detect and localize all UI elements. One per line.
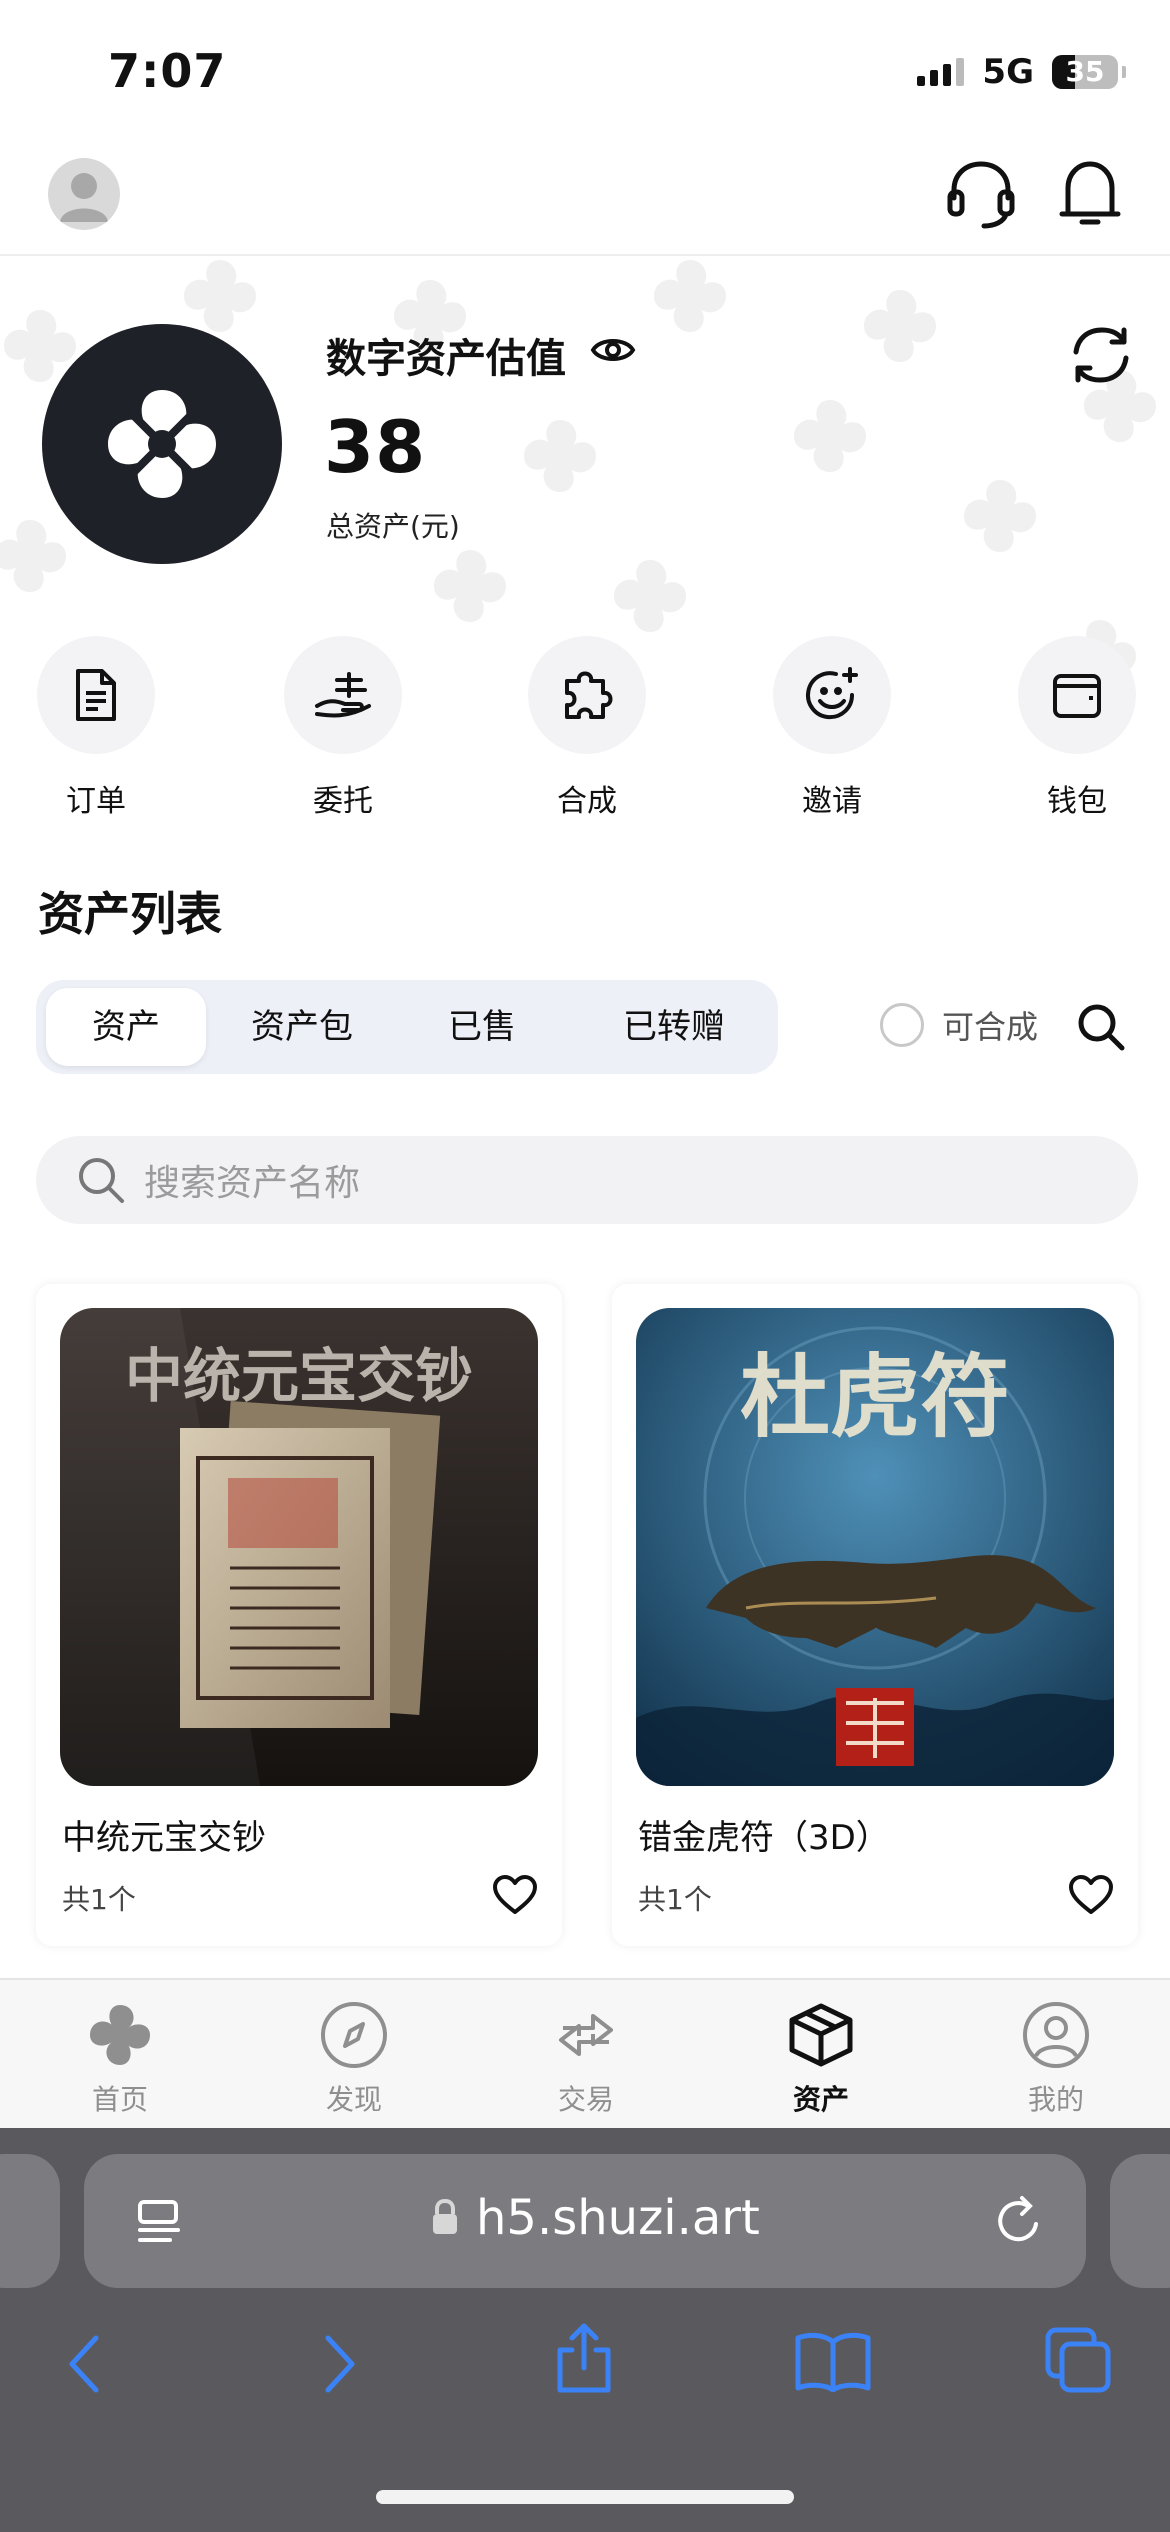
reader-menu-icon[interactable] bbox=[134, 2196, 184, 2250]
tab-transferred[interactable]: 已转赠 bbox=[584, 988, 764, 1066]
hand-coin-icon bbox=[315, 672, 371, 718]
nav-discover[interactable]: 发现 bbox=[284, 2000, 424, 2118]
nav-label: 交易 bbox=[557, 2083, 614, 2116]
asset-image[interactable]: 杜虎符 bbox=[636, 1308, 1114, 1786]
nav-label: 发现 bbox=[325, 2083, 382, 2116]
total-asset-label: 总资产(元) bbox=[326, 510, 460, 543]
network-type: 5G bbox=[982, 52, 1034, 92]
headset-icon[interactable] bbox=[946, 158, 1016, 234]
exchange-icon bbox=[559, 2014, 613, 2056]
nav-trade[interactable]: 交易 bbox=[516, 2000, 656, 2118]
shortcut-invite[interactable]: 邀请 bbox=[771, 636, 893, 820]
nav-label: 首页 bbox=[91, 2083, 148, 2116]
share-icon[interactable] bbox=[552, 2320, 616, 2400]
asset-count: 共1个 bbox=[62, 1883, 136, 1916]
shortcut-label: 委托 bbox=[313, 784, 373, 819]
reload-icon[interactable] bbox=[994, 2194, 1046, 2252]
user-avatar-icon[interactable] bbox=[48, 158, 120, 230]
tabs-icon[interactable] bbox=[1044, 2326, 1114, 2400]
asset-list-title: 资产列表 bbox=[38, 887, 222, 941]
asset-valuation-title: 数字资产估值 bbox=[326, 336, 566, 382]
back-arrow-icon[interactable] bbox=[64, 2334, 104, 2398]
asset-tabs: 资产 资产包 已售 已转赠 bbox=[36, 980, 778, 1074]
battery-cap bbox=[1122, 66, 1126, 78]
bookmarks-icon[interactable] bbox=[794, 2330, 872, 2396]
brand-logo-icon bbox=[42, 324, 282, 564]
previous-tab-preview[interactable] bbox=[0, 2154, 60, 2288]
home-logo-icon bbox=[90, 2005, 150, 2065]
asset-name: 错金虎符（3D） bbox=[638, 1818, 890, 1858]
total-asset-value: 38 bbox=[324, 405, 427, 489]
nav-assets[interactable]: 资产 bbox=[751, 2000, 891, 2118]
tab-assets[interactable]: 资产 bbox=[46, 988, 206, 1066]
forward-arrow-icon[interactable] bbox=[320, 2334, 360, 2398]
tab-asset-packs[interactable]: 资产包 bbox=[222, 988, 382, 1066]
mergeable-label: 可合成 bbox=[942, 1008, 1039, 1046]
eye-icon[interactable] bbox=[590, 334, 636, 370]
url-text: h5.shuzi.art bbox=[476, 2190, 760, 2246]
nav-label: 资产 bbox=[792, 2083, 849, 2116]
mergeable-radio[interactable] bbox=[880, 1003, 924, 1047]
cube-icon bbox=[789, 2003, 853, 2067]
bottom-navigation: 首页 发现 交易 资产 我的 bbox=[0, 1978, 1170, 2130]
puzzle-icon bbox=[565, 671, 613, 719]
bell-icon[interactable] bbox=[1056, 156, 1124, 234]
status-indicators: 5G 35 bbox=[917, 52, 1126, 92]
asset-count: 共1个 bbox=[638, 1883, 712, 1916]
asset-name: 中统元宝交钞 bbox=[62, 1818, 266, 1858]
asset-card[interactable]: 杜虎符 错金虎符（3D） 共1个 bbox=[612, 1284, 1138, 1946]
asset-image[interactable]: 中统元宝交钞 bbox=[60, 1308, 538, 1786]
shortcut-label: 邀请 bbox=[802, 784, 862, 819]
asset-card[interactable]: 中统元宝交钞 中统元宝交钞 共1个 bbox=[36, 1284, 562, 1946]
shortcut-synthesis[interactable]: 合成 bbox=[526, 636, 648, 820]
search-placeholder: 搜索资产名称 bbox=[144, 1163, 361, 1204]
battery-level: 35 bbox=[1065, 55, 1105, 88]
nav-profile[interactable]: 我的 bbox=[986, 2000, 1126, 2118]
document-icon bbox=[76, 669, 116, 721]
shortcut-label: 合成 bbox=[557, 784, 617, 819]
mergeable-filter[interactable]: 可合成 bbox=[880, 1002, 1038, 1048]
battery-icon: 35 bbox=[1052, 55, 1118, 89]
asset-image-caption: 杜虎符 bbox=[740, 1344, 1010, 1450]
profile-icon bbox=[1023, 2002, 1089, 2068]
shortcut-wallet[interactable]: 钱包 bbox=[1016, 636, 1138, 820]
asset-search-input[interactable]: 搜索资产名称 bbox=[36, 1136, 1138, 1224]
search-icon[interactable] bbox=[1076, 1002, 1126, 1056]
shortcut-consign[interactable]: 委托 bbox=[282, 636, 404, 820]
home-indicator bbox=[376, 2490, 794, 2504]
smile-plus-icon bbox=[806, 667, 858, 720]
compass-icon bbox=[321, 2002, 387, 2068]
nav-home[interactable]: 首页 bbox=[50, 2000, 190, 2118]
shortcut-label: 钱包 bbox=[1047, 784, 1107, 819]
shortcut-label: 订单 bbox=[66, 784, 126, 819]
refresh-icon[interactable] bbox=[1066, 322, 1136, 392]
tab-sold[interactable]: 已售 bbox=[402, 988, 562, 1066]
asset-image-caption: 中统元宝交钞 bbox=[125, 1342, 473, 1410]
signal-icon bbox=[917, 58, 965, 86]
search-icon bbox=[79, 1158, 124, 1203]
lock-icon bbox=[430, 2198, 460, 2240]
nav-label: 我的 bbox=[1027, 2083, 1084, 2116]
next-tab-preview[interactable] bbox=[1110, 2154, 1170, 2288]
favorite-heart-icon[interactable] bbox=[1068, 1874, 1114, 1920]
wallet-icon bbox=[1053, 674, 1101, 718]
shortcut-orders[interactable]: 订单 bbox=[35, 636, 157, 820]
favorite-heart-icon[interactable] bbox=[492, 1874, 538, 1920]
status-time: 7:07 bbox=[108, 44, 227, 98]
